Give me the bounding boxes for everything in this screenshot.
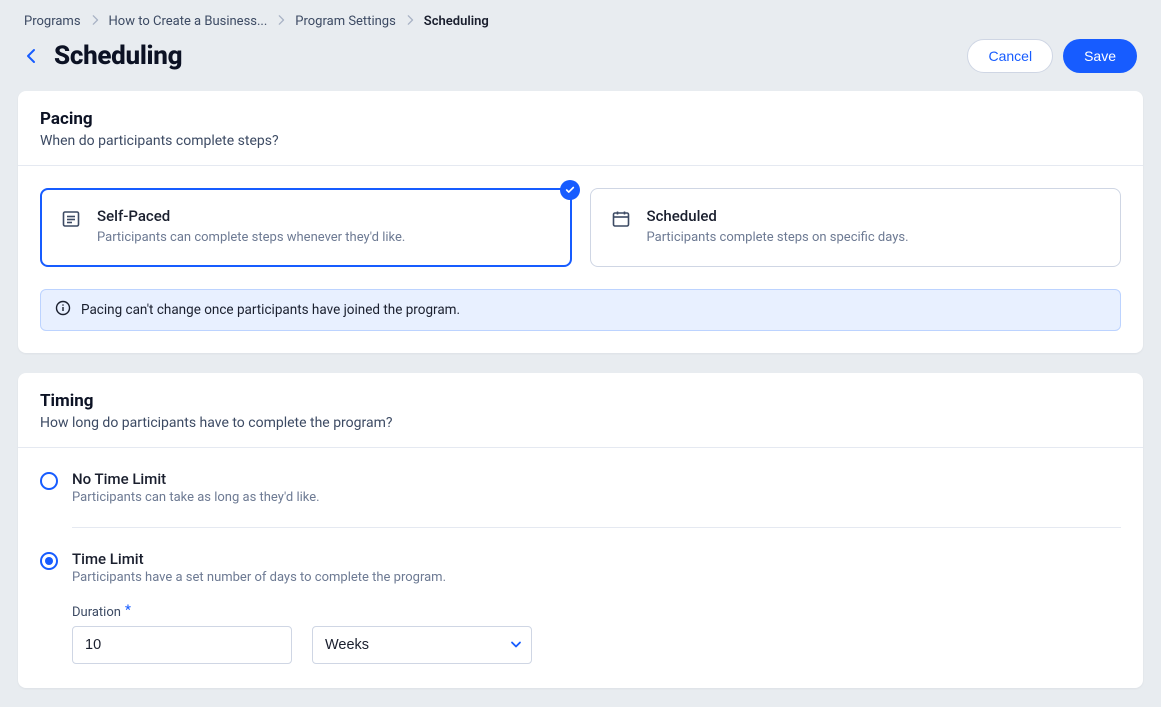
radio-no-time-limit[interactable] bbox=[40, 472, 58, 490]
duration-unit-select[interactable]: Weeks bbox=[312, 626, 532, 664]
check-icon bbox=[560, 180, 580, 200]
chevron-right-icon bbox=[406, 14, 414, 29]
cancel-button[interactable]: Cancel bbox=[967, 39, 1053, 73]
breadcrumb-current: Scheduling bbox=[424, 14, 489, 29]
pacing-option-self-paced[interactable]: Self-Paced Participants can complete ste… bbox=[40, 188, 572, 267]
breadcrumb-programs[interactable]: Programs bbox=[24, 14, 81, 29]
pacing-option-desc: Participants can complete steps whenever… bbox=[97, 229, 405, 248]
radio-time-limit[interactable] bbox=[40, 552, 58, 570]
timing-option-no-limit[interactable]: No Time Limit Participants can take as l… bbox=[40, 470, 1121, 505]
chevron-right-icon bbox=[277, 14, 285, 29]
pacing-info-banner: Pacing can't change once participants ha… bbox=[40, 289, 1121, 331]
time-limit-title: Time Limit bbox=[72, 550, 1121, 568]
time-limit-desc: Participants have a set number of days t… bbox=[72, 570, 1121, 585]
pacing-option-desc: Participants complete steps on specific … bbox=[647, 229, 909, 248]
pacing-option-title: Self-Paced bbox=[97, 207, 405, 225]
back-arrow-icon[interactable] bbox=[24, 48, 40, 64]
timing-title: Timing bbox=[40, 391, 1121, 411]
info-icon bbox=[55, 300, 71, 320]
breadcrumb: Programs How to Create a Business... Pro… bbox=[0, 0, 1161, 29]
pacing-option-title: Scheduled bbox=[647, 207, 909, 225]
timing-subtitle: How long do participants have to complet… bbox=[40, 415, 1121, 431]
breadcrumb-program-name[interactable]: How to Create a Business... bbox=[109, 14, 268, 29]
no-time-limit-title: No Time Limit bbox=[72, 470, 1121, 488]
pacing-subtitle: When do participants complete steps? bbox=[40, 133, 1121, 149]
divider bbox=[72, 527, 1121, 528]
timing-card: Timing How long do participants have to … bbox=[18, 373, 1143, 688]
page-header: Scheduling Cancel Save bbox=[0, 29, 1161, 91]
no-time-limit-desc: Participants can take as long as they'd … bbox=[72, 490, 1121, 505]
pacing-card: Pacing When do participants complete ste… bbox=[18, 91, 1143, 353]
page-title: Scheduling bbox=[54, 41, 182, 71]
duration-label: Duration* bbox=[72, 605, 131, 620]
chevron-right-icon bbox=[91, 14, 99, 29]
save-button[interactable]: Save bbox=[1063, 39, 1137, 73]
timing-option-time-limit[interactable]: Time Limit Participants have a set numbe… bbox=[40, 550, 1121, 664]
calendar-icon bbox=[611, 209, 631, 233]
pacing-option-scheduled[interactable]: Scheduled Participants complete steps on… bbox=[590, 188, 1122, 267]
pacing-info-text: Pacing can't change once participants ha… bbox=[81, 302, 460, 318]
list-icon bbox=[61, 209, 81, 233]
breadcrumb-program-settings[interactable]: Program Settings bbox=[295, 14, 396, 29]
duration-input[interactable] bbox=[72, 626, 292, 664]
required-indicator: * bbox=[125, 603, 131, 618]
pacing-title: Pacing bbox=[40, 109, 1121, 129]
